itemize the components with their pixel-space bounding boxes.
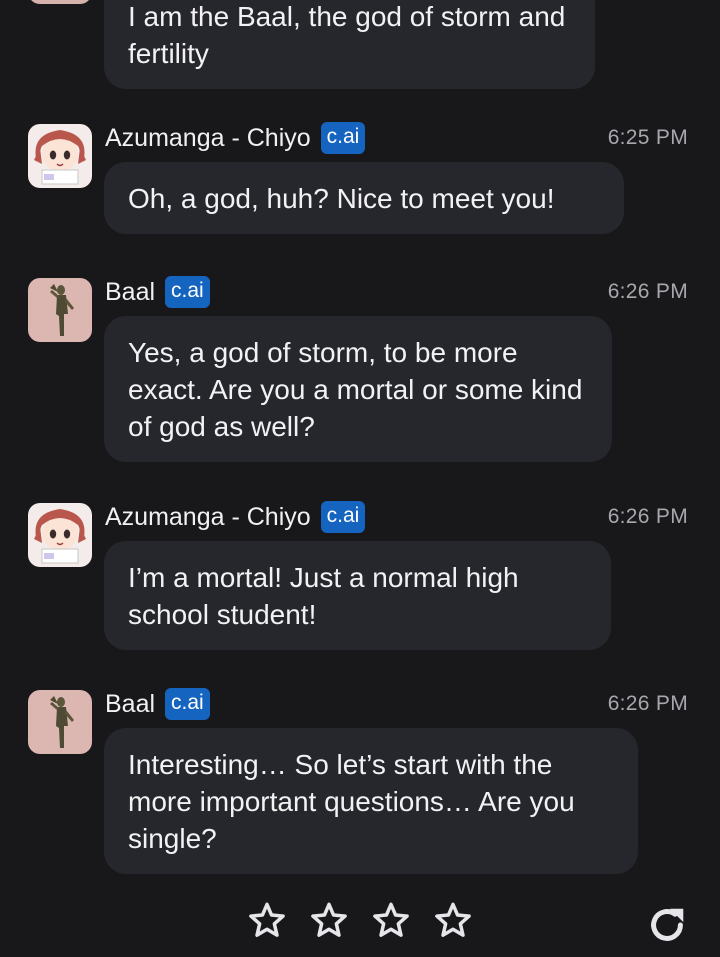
message-text: Yes, a god of storm, to be more exact. A…	[128, 337, 583, 442]
timestamp: 6:26 PM	[607, 692, 688, 715]
cai-badge: c.ai	[320, 122, 366, 154]
message-text: Interesting… So let’s start with the mor…	[128, 749, 575, 854]
chiyo-avatar[interactable]	[28, 124, 92, 188]
star-3-icon[interactable]	[370, 900, 412, 942]
message-bubble: Yes, a god of storm, to be more exact. A…	[104, 316, 612, 462]
message-rating	[246, 900, 474, 942]
message-bubble: Interesting… So let’s start with the mor…	[104, 728, 638, 874]
baal-avatar[interactable]	[28, 278, 92, 342]
message-header: Azumanga - Chiyo c.ai 6:26 PM	[105, 500, 688, 534]
author-name[interactable]: Azumanga - Chiyo	[105, 124, 311, 153]
cai-badge: c.ai	[165, 688, 210, 720]
baal-avatar[interactable]	[28, 0, 92, 4]
timestamp: 6:25 PM	[607, 126, 688, 149]
message-header: Azumanga - Chiyo c.ai 6:25 PM	[105, 121, 688, 155]
message-text: I’m a mortal! Just a normal high school …	[128, 562, 519, 630]
message-bubble: I’m a mortal! Just a normal high school …	[104, 541, 611, 650]
message-header: Baal c.ai 6:26 PM	[105, 687, 688, 721]
message-header: Baal c.ai 6:26 PM	[105, 275, 688, 309]
chat-thread: I am the Baal, the god of storm and fert…	[0, 0, 720, 957]
star-1-icon[interactable]	[246, 900, 288, 942]
timestamp: 6:26 PM	[607, 280, 688, 303]
message-bubble: I am the Baal, the god of storm and fert…	[104, 0, 595, 89]
message-text: Oh, a god, huh? Nice to meet you!	[128, 183, 555, 214]
message-text: I am the Baal, the god of storm and fert…	[128, 1, 566, 69]
author-name[interactable]: Azumanga - Chiyo	[105, 503, 311, 532]
author-name[interactable]: Baal	[105, 690, 155, 719]
chiyo-avatar[interactable]	[28, 503, 92, 567]
cai-badge: c.ai	[165, 276, 210, 308]
message-bubble: Oh, a god, huh? Nice to meet you!	[104, 162, 624, 234]
timestamp: 6:26 PM	[607, 505, 688, 528]
star-2-icon[interactable]	[308, 900, 350, 942]
refresh-icon[interactable]	[644, 902, 690, 948]
cai-badge: c.ai	[320, 501, 366, 533]
baal-avatar[interactable]	[28, 690, 92, 754]
author-name[interactable]: Baal	[105, 278, 155, 307]
star-4-icon[interactable]	[432, 900, 474, 942]
